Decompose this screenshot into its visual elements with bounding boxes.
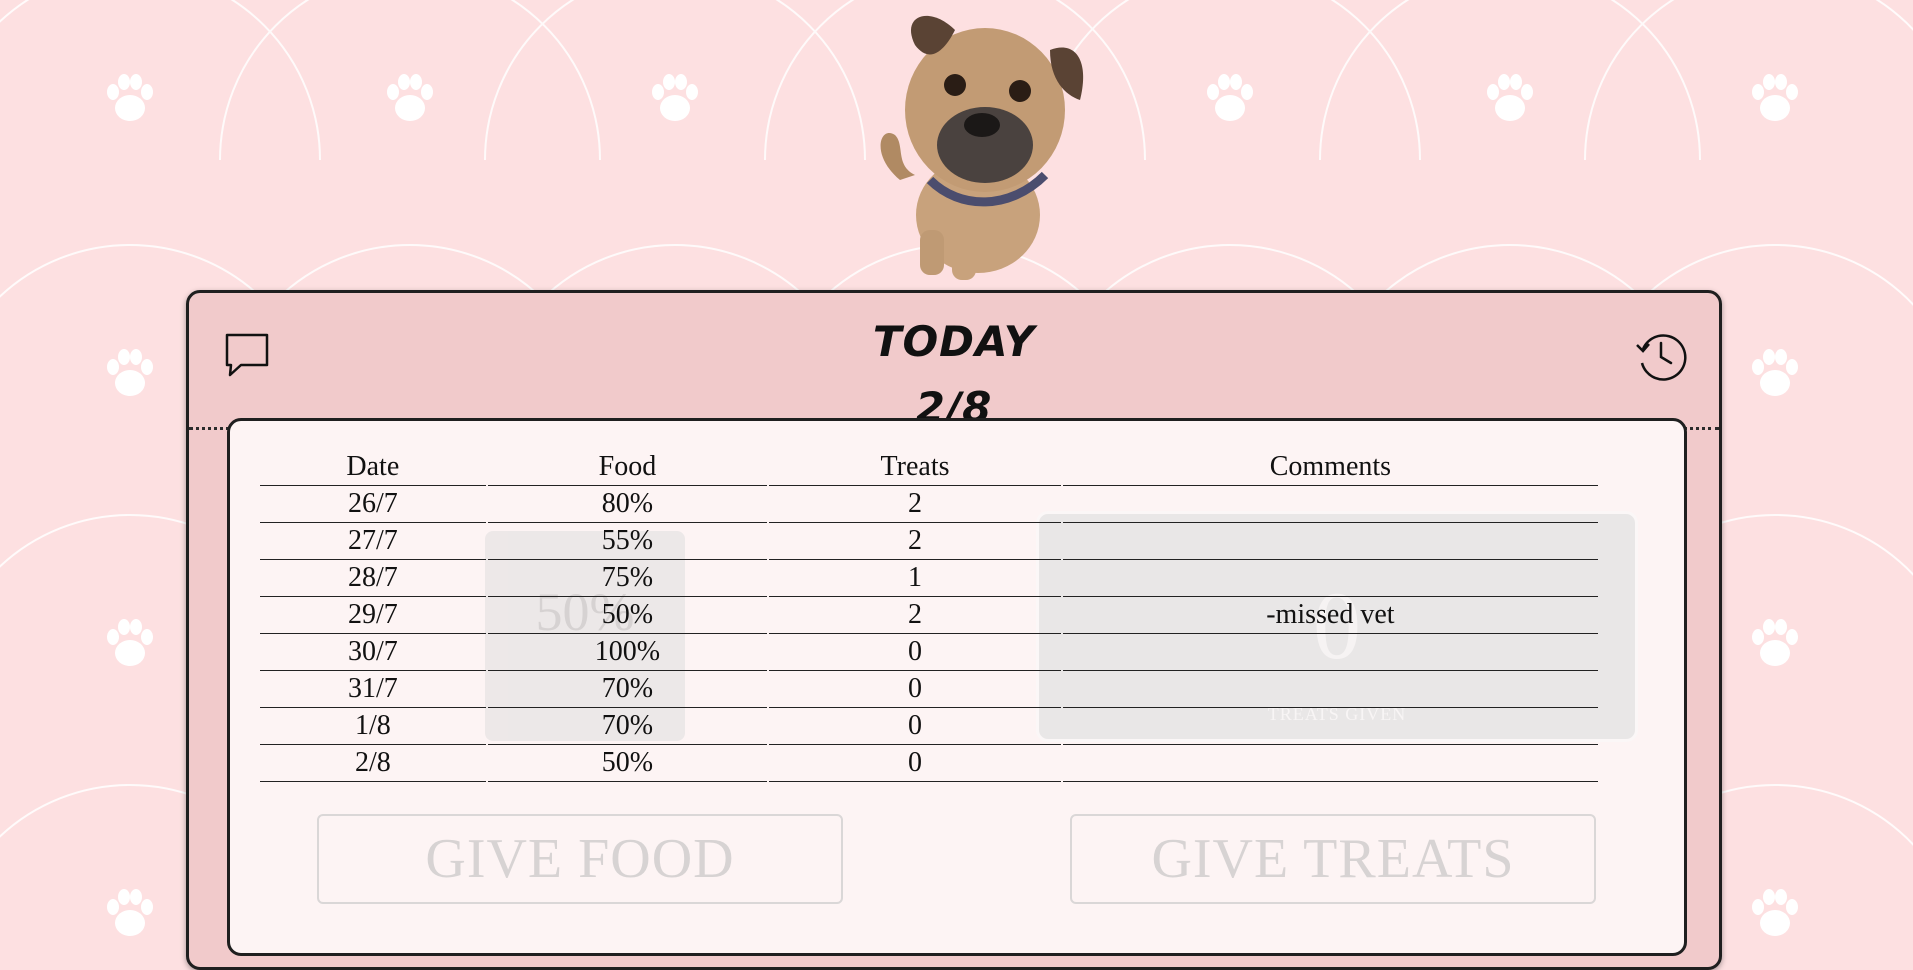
row-date: 29/7 bbox=[260, 597, 486, 634]
row-food: 50% bbox=[487, 745, 768, 782]
column-header-comments: Comments bbox=[1062, 449, 1598, 486]
table-row: 2/8 50% 0 bbox=[260, 745, 1598, 782]
row-comment bbox=[1062, 523, 1598, 560]
row-date: 26/7 bbox=[260, 486, 486, 523]
row-comment bbox=[1062, 634, 1598, 671]
table-row: 31/7 70% 0 bbox=[260, 671, 1598, 708]
table-row: 26/7 80% 2 bbox=[260, 486, 1598, 523]
row-food: 55% bbox=[487, 523, 768, 560]
table-row: 27/7 55% 2 bbox=[260, 523, 1598, 560]
row-comment bbox=[1062, 560, 1598, 597]
row-food: 75% bbox=[487, 560, 768, 597]
table-row: 1/8 70% 0 bbox=[260, 708, 1598, 745]
row-food: 70% bbox=[487, 708, 768, 745]
row-treats: 0 bbox=[769, 671, 1061, 708]
clock-history-icon[interactable] bbox=[1633, 329, 1689, 385]
row-treats: 2 bbox=[769, 523, 1061, 560]
table-row: 29/7 50% 2 -missed vet bbox=[260, 597, 1598, 634]
row-treats: 0 bbox=[769, 708, 1061, 745]
row-date: 1/8 bbox=[260, 708, 486, 745]
row-comment bbox=[1062, 745, 1598, 782]
speech-bubble-icon[interactable] bbox=[221, 329, 273, 381]
today-title: TODAY bbox=[872, 317, 1036, 366]
row-food: 70% bbox=[487, 671, 768, 708]
row-treats: 0 bbox=[769, 634, 1061, 671]
dog-photo bbox=[880, 15, 1084, 280]
row-date: 2/8 bbox=[260, 745, 486, 782]
row-food: 50% bbox=[487, 597, 768, 634]
row-comment bbox=[1062, 486, 1598, 523]
today-card: TODAY 2/8 50% 0 TREATS GIVEN Date Food T… bbox=[186, 290, 1722, 970]
row-date: 30/7 bbox=[260, 634, 486, 671]
column-header-food: Food bbox=[487, 449, 768, 486]
row-date: 27/7 bbox=[260, 523, 486, 560]
row-treats: 2 bbox=[769, 486, 1061, 523]
row-comment bbox=[1062, 671, 1598, 708]
row-comment bbox=[1062, 708, 1598, 745]
row-treats: 1 bbox=[769, 560, 1061, 597]
row-food: 100% bbox=[487, 634, 768, 671]
table-row: 28/7 75% 1 bbox=[260, 560, 1598, 597]
log-panel: 50% 0 TREATS GIVEN Date Food Treats Comm… bbox=[227, 418, 1687, 956]
column-header-treats: Treats bbox=[769, 449, 1061, 486]
row-date: 31/7 bbox=[260, 671, 486, 708]
row-treats: 2 bbox=[769, 597, 1061, 634]
column-header-date: Date bbox=[260, 449, 486, 486]
row-food: 80% bbox=[487, 486, 768, 523]
row-date: 28/7 bbox=[260, 560, 486, 597]
row-treats: 0 bbox=[769, 745, 1061, 782]
table-row: 30/7 100% 0 bbox=[260, 634, 1598, 671]
table-header-row: Date Food Treats Comments bbox=[260, 449, 1598, 486]
row-comment: -missed vet bbox=[1062, 597, 1598, 634]
give-food-button[interactable]: GIVE FOOD bbox=[317, 814, 843, 904]
history-table: Date Food Treats Comments 26/7 80% 2 27/… bbox=[258, 449, 1600, 782]
give-treats-button[interactable]: GIVE TREATS bbox=[1070, 814, 1596, 904]
